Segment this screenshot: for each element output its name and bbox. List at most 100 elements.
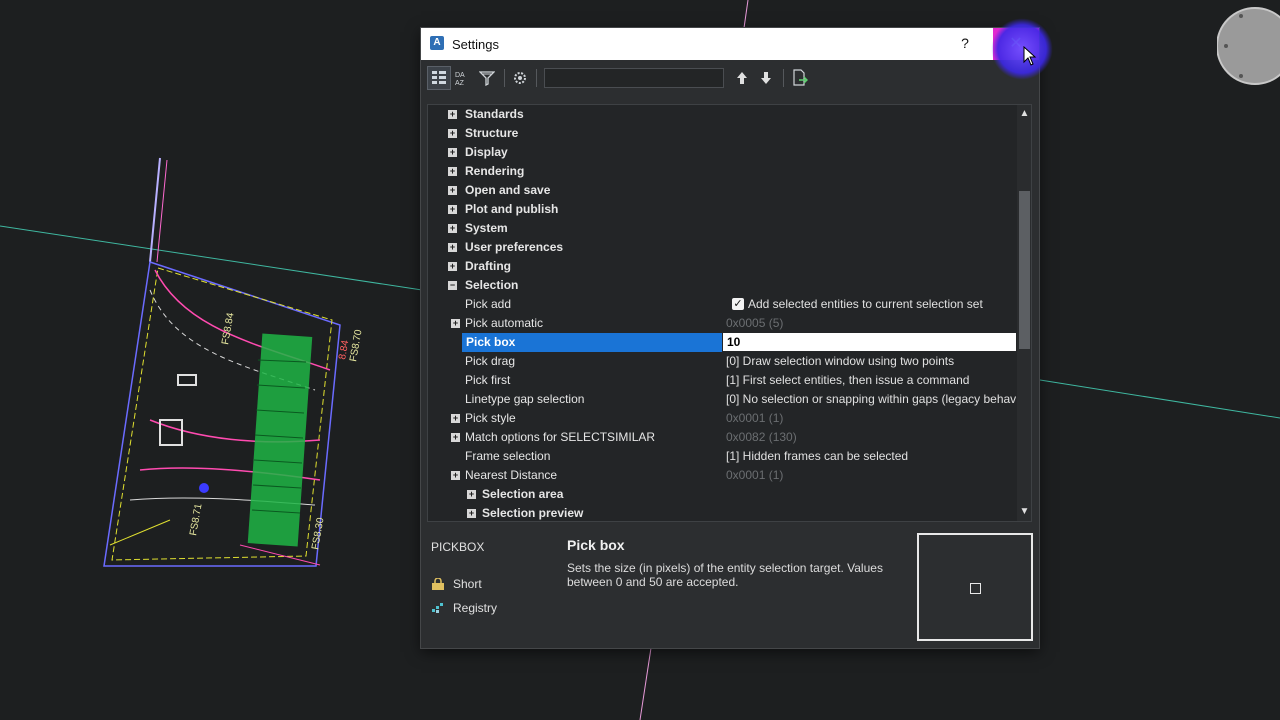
alphabetical-sort-icon[interactable]: DA AZ <box>452 67 474 89</box>
scroll-up-icon[interactable]: ▲ <box>1017 107 1031 121</box>
building-block <box>247 333 313 547</box>
setting-row-linetype-gap-selection[interactable]: Linetype gap selection [0] No selection … <box>428 390 1016 409</box>
arrow-up-icon[interactable] <box>731 67 753 89</box>
setting-label: Pick style <box>465 411 516 425</box>
expand-icon[interactable]: + <box>451 414 460 423</box>
axis-line <box>639 647 652 720</box>
tree-category-user-preferences[interactable]: + User preferences <box>428 238 1016 257</box>
tree-category-plot-and-publish[interactable]: + Plot and publish <box>428 200 1016 219</box>
toolbar-separator <box>504 69 505 87</box>
settings-tree[interactable]: + Standards + Structure + Display + Renderin… <box>427 104 1032 522</box>
category-label: Display <box>465 145 508 159</box>
setting-row-pick-first[interactable]: Pick first [1] First select entities, th… <box>428 371 1016 390</box>
compass-dot <box>1239 14 1243 18</box>
category-label: Rendering <box>465 164 525 178</box>
setting-row-pick-add[interactable]: Pick add ✓ Add selected entities to curr… <box>428 295 1016 314</box>
category-label: Open and save <box>465 183 551 197</box>
setting-row-pick-style[interactable]: + Pick style 0x0001 (1) <box>428 409 1016 428</box>
expand-icon[interactable]: + <box>448 186 457 195</box>
tree-category-drafting[interactable]: + Drafting <box>428 257 1016 276</box>
tree-category-rendering[interactable]: + Rendering <box>428 162 1016 181</box>
export-icon[interactable] <box>789 67 811 89</box>
close-button[interactable]: ✕ <box>993 28 1039 60</box>
tree-subgroup-selection-area[interactable]: + Selection area <box>428 485 1016 504</box>
setting-label: Nearest Distance <box>465 468 558 482</box>
tree-category-structure[interactable]: + Structure <box>428 124 1016 143</box>
category-label: Drafting <box>465 259 511 273</box>
setting-row-match-options[interactable]: + Match options for SELECTSIMILAR 0x0082… <box>428 428 1016 447</box>
pickbox-target-icon <box>970 583 981 594</box>
category-label: User preferences <box>465 240 564 254</box>
compass-dot <box>1239 74 1243 78</box>
tree-category-selection[interactable]: − Selection <box>428 276 1016 295</box>
expand-icon[interactable]: + <box>448 205 457 214</box>
expand-icon[interactable]: + <box>467 509 476 518</box>
setting-row-pick-automatic[interactable]: + Pick automatic 0x0005 (5) <box>428 314 1016 333</box>
building <box>159 419 183 446</box>
axis-line <box>1039 379 1280 419</box>
expand-icon[interactable]: + <box>448 110 457 119</box>
view-cube-compass[interactable] <box>1217 6 1280 86</box>
categorized-view-icon[interactable] <box>427 66 451 90</box>
filter-icon[interactable] <box>476 67 498 89</box>
toolbar: DA AZ <box>421 60 1039 94</box>
expand-icon[interactable]: + <box>448 167 457 176</box>
setting-row-nearest-distance[interactable]: + Nearest Distance 0x0001 (1) <box>428 466 1016 485</box>
category-label: Structure <box>465 126 519 140</box>
axis-line <box>743 0 749 29</box>
expand-icon[interactable]: + <box>451 471 460 480</box>
tree-category-system[interactable]: + System <box>428 219 1016 238</box>
axis-line <box>0 225 423 291</box>
meta-registry: Registry <box>431 601 497 615</box>
cad-label: FS8.84 <box>220 311 237 345</box>
point-marker <box>199 483 209 493</box>
gear-icon[interactable] <box>509 67 531 89</box>
cad-label: FS8.30 <box>310 516 327 550</box>
setting-value: 0x0001 (1) <box>726 411 784 425</box>
expand-icon[interactable]: + <box>448 129 457 138</box>
setting-row-pick-box[interactable]: Pick box 10 <box>428 333 1016 352</box>
subgroup-label: Selection area <box>482 487 564 501</box>
expand-icon[interactable]: + <box>451 319 460 328</box>
expand-icon[interactable]: + <box>467 490 476 499</box>
setting-row-pick-drag[interactable]: Pick drag [0] Draw selection window usin… <box>428 352 1016 371</box>
vertical-scrollbar[interactable]: ▲ ▼ <box>1017 105 1031 521</box>
boundary-line <box>109 519 171 546</box>
pick-box-value-input[interactable]: 10 <box>723 333 1016 351</box>
category-label: Selection <box>465 278 519 292</box>
tree-subgroup-selection-preview[interactable]: + Selection preview <box>428 504 1016 521</box>
tree-category-open-and-save[interactable]: + Open and save <box>428 181 1016 200</box>
meta-short: Short <box>431 577 482 591</box>
setting-value: [1] Hidden frames can be selected <box>726 449 909 463</box>
building <box>177 374 197 386</box>
scrollbar-thumb[interactable] <box>1019 191 1030 349</box>
setting-value: [1] First select entities, then issue a … <box>726 373 970 387</box>
svg-text:AZ: AZ <box>455 80 465 87</box>
help-button[interactable]: ? <box>957 35 973 53</box>
meta-short-label: Short <box>453 577 482 591</box>
setting-row-frame-selection[interactable]: Frame selection [1] Hidden frames can be… <box>428 447 1016 466</box>
setting-label: Pick first <box>465 373 511 387</box>
expand-icon[interactable]: + <box>448 262 457 271</box>
category-label: System <box>465 221 508 235</box>
tree-category-display[interactable]: + Display <box>428 143 1016 162</box>
scroll-down-icon[interactable]: ▼ <box>1017 505 1031 519</box>
setting-value: 0x0082 (130) <box>726 430 797 444</box>
pick-add-checkbox[interactable]: ✓ <box>732 298 744 310</box>
setting-label: Pick drag <box>465 354 516 368</box>
setting-value: 0x0001 (1) <box>726 468 784 482</box>
variable-name: PICKBOX <box>431 540 485 554</box>
search-input[interactable] <box>544 68 724 88</box>
expand-icon[interactable]: + <box>451 433 460 442</box>
title-bar[interactable]: A Settings ? ✕ <box>421 28 1039 60</box>
cad-label: FS8.71 <box>188 502 205 536</box>
setting-value: [0] Draw selection window using two poin… <box>726 354 955 368</box>
setting-value: [0] No selection or snapping within gaps… <box>726 392 1016 406</box>
expand-icon[interactable]: + <box>448 243 457 252</box>
tree-category-standards[interactable]: + Standards <box>428 105 1016 124</box>
expand-icon[interactable]: + <box>448 148 457 157</box>
collapse-icon[interactable]: − <box>448 281 457 290</box>
arrow-down-icon[interactable] <box>755 67 777 89</box>
setting-label: Linetype gap selection <box>465 392 585 406</box>
expand-icon[interactable]: + <box>448 224 457 233</box>
